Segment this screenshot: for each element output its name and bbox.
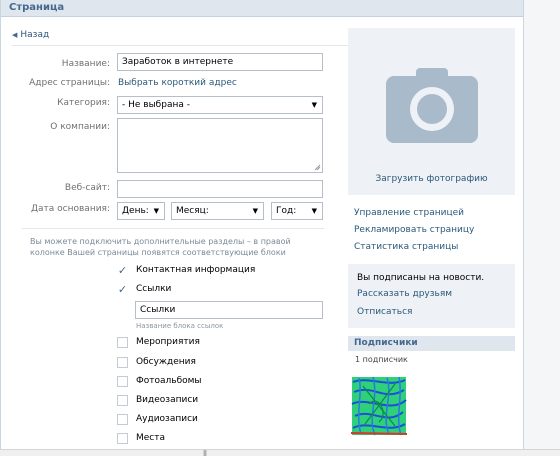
chevron-down-icon: ▼ xyxy=(252,207,258,215)
section-label: Контактная информация xyxy=(136,265,256,275)
year-select[interactable]: Год: ▼ xyxy=(271,202,323,220)
section-events[interactable]: Мероприятия xyxy=(117,337,267,351)
section-label: Ссылки xyxy=(136,284,172,294)
resize-handle-icon xyxy=(314,164,321,171)
checkbox xyxy=(117,376,128,387)
section-label: Фотоальбомы xyxy=(136,376,202,386)
section-label: Видеозаписи xyxy=(136,395,199,405)
camera-icon xyxy=(386,68,478,143)
checkbox xyxy=(117,433,128,444)
subscribed-text: Вы подписаны на новости. xyxy=(357,273,485,283)
section-places[interactable]: Места xyxy=(117,433,267,447)
links-block-name-input[interactable]: Ссылки xyxy=(135,301,323,319)
choose-address-link[interactable]: Выбрать короткий адрес xyxy=(118,78,237,88)
advertise-page-link[interactable]: Рекламировать страницу xyxy=(354,225,474,235)
checkbox xyxy=(117,414,128,425)
back-arrow-icon: ◀ xyxy=(12,31,18,39)
upload-photo-link[interactable]: Загрузить фотографию xyxy=(348,174,515,184)
back-label: Назад xyxy=(20,30,50,40)
unsubscribe-link[interactable]: Отписаться xyxy=(357,307,412,317)
section-discussions[interactable]: Обсуждения xyxy=(117,357,267,371)
back-link[interactable]: ◀ Назад xyxy=(12,30,49,40)
horizontal-scrollbar[interactable] xyxy=(0,449,560,456)
name-input[interactable]: Заработок в интернете xyxy=(117,53,323,71)
section-label: Мероприятия xyxy=(136,337,200,347)
scrollbar-grip-icon[interactable]: ||| xyxy=(203,450,207,456)
follower-avatar[interactable] xyxy=(349,374,409,438)
checkmark-icon: ✓ xyxy=(117,264,128,277)
chevron-down-icon: ▼ xyxy=(153,207,159,215)
section-links[interactable]: ✓ Ссылки xyxy=(117,284,267,298)
day-select[interactable]: День: ▼ xyxy=(117,202,165,220)
address-label: Адрес страницы: xyxy=(29,78,110,88)
tell-friends-link[interactable]: Рассказать друзьям xyxy=(357,289,452,299)
website-label: Веб-сайт: xyxy=(64,183,110,193)
checkmark-icon: ✓ xyxy=(117,283,128,296)
checkbox xyxy=(117,337,128,348)
category-select[interactable]: - Не выбрана - ▼ xyxy=(117,96,323,114)
name-label: Название: xyxy=(61,59,110,69)
category-label: Категория: xyxy=(57,98,110,108)
photo-placeholder[interactable]: Загрузить фотографию xyxy=(348,28,515,195)
checkbox xyxy=(117,395,128,406)
section-label: Аудиозаписи xyxy=(136,414,198,424)
month-select[interactable]: Месяц: ▼ xyxy=(171,202,264,220)
followers-header: Подписчики xyxy=(348,336,515,351)
month-value: Месяц: xyxy=(176,206,209,216)
website-input[interactable] xyxy=(117,180,323,198)
page-stats-link[interactable]: Статистика страницы xyxy=(354,242,458,252)
day-value: День: xyxy=(122,206,149,216)
chevron-down-icon: ▼ xyxy=(311,101,317,109)
section-audio[interactable]: Аудиозаписи xyxy=(117,414,267,428)
section-contacts[interactable]: ✓ Контактная информация xyxy=(117,265,267,279)
page-header: Страница xyxy=(1,0,523,17)
about-textarea[interactable] xyxy=(117,118,323,173)
manage-page-link[interactable]: Управление страницей xyxy=(354,208,464,218)
founded-label: Дата основания: xyxy=(30,204,110,214)
section-videos[interactable]: Видеозаписи xyxy=(117,395,267,409)
about-label: О компании: xyxy=(50,122,110,132)
subscription-box: Вы подписаны на новости. Рассказать друз… xyxy=(348,264,515,328)
followers-count: 1 подписчик xyxy=(355,355,408,364)
chevron-down-icon: ▼ xyxy=(311,207,317,215)
category-value: - Не выбрана - xyxy=(122,100,190,110)
section-photo-albums[interactable]: Фотоальбомы xyxy=(117,376,267,390)
divider xyxy=(12,45,368,46)
checkbox xyxy=(117,357,128,368)
section-label: Места xyxy=(136,433,166,443)
sections-hint: Вы можете подключить дополнительные разд… xyxy=(30,237,291,257)
year-value: Год: xyxy=(276,206,297,216)
divider xyxy=(22,228,324,229)
links-block-note: Название блока ссылок xyxy=(136,322,224,330)
section-label: Обсуждения xyxy=(136,357,196,367)
page-title: Страница xyxy=(9,2,65,13)
